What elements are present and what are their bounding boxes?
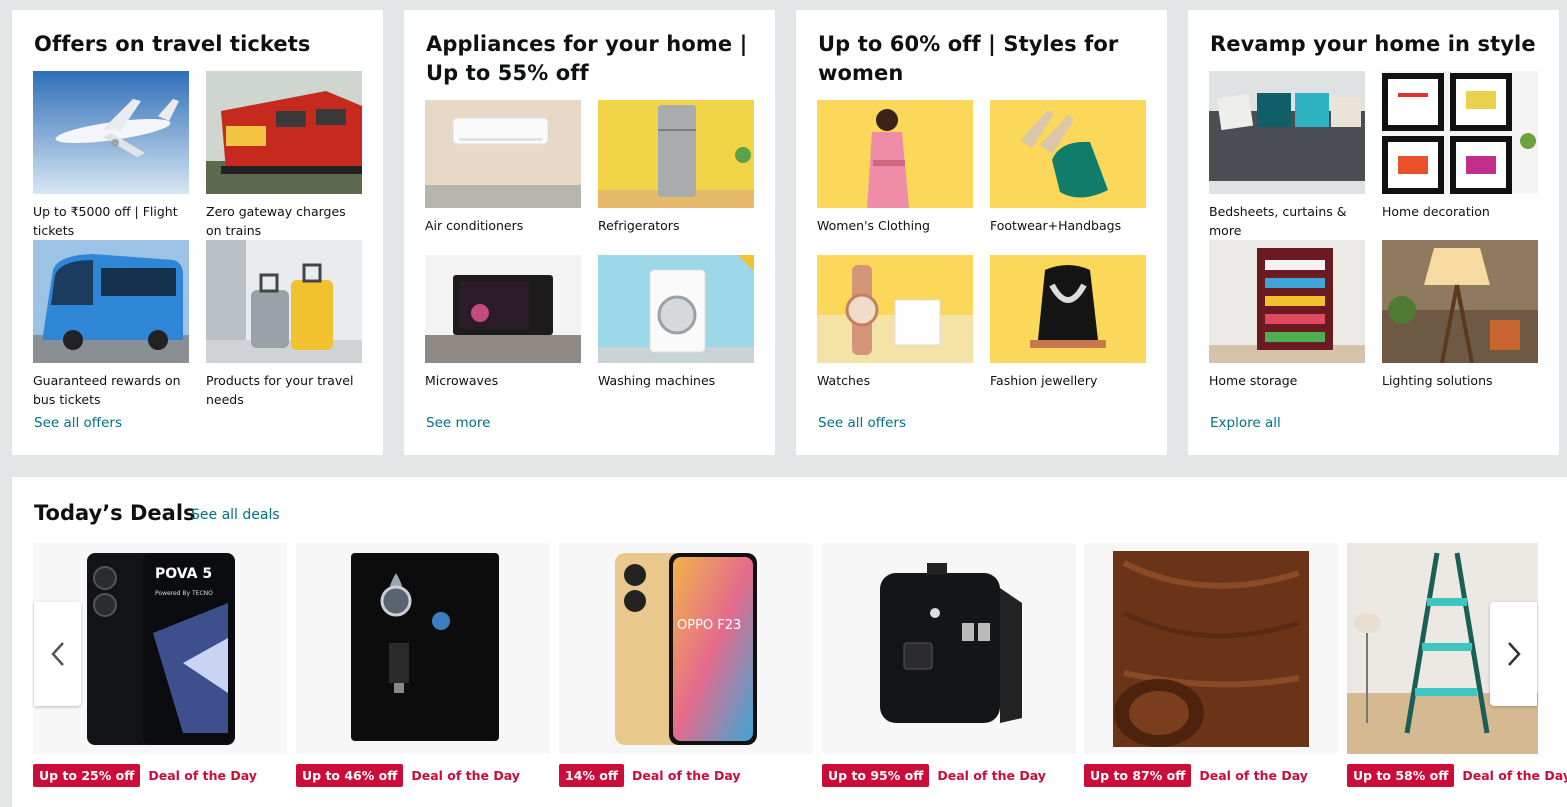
tile-lighting[interactable]: Lighting solutions [1382,240,1538,390]
tile-home-decoration[interactable]: Home decoration [1382,71,1538,221]
carousel-prev-button[interactable] [34,602,81,706]
see-all-offers-link[interactable]: See all offers [34,415,122,431]
see-all-deals-link[interactable]: See all deals [191,507,280,523]
deal-label: Deal of the Day [148,768,257,783]
see-more-link[interactable]: See more [426,415,490,431]
tile-watches[interactable]: Watches [817,255,973,390]
card-title: Up to 60% off | Styles for women [818,32,1119,85]
tile-caption: Home decoration [1382,204,1490,219]
tile-bus[interactable]: Guaranteed rewards on bus tickets [33,240,189,409]
card-title: Appliances for your home | Up to 55% off [426,32,748,85]
deal-card[interactable]: Up to 46% off Deal of the Day [296,543,550,787]
tile-caption: Footwear+Handbags [990,218,1122,233]
washing-machine-image [598,255,754,363]
airplane-image [33,71,189,194]
tile-bedsheets[interactable]: Bedsheets, curtains & more [1209,71,1365,240]
shoe-rack-image [1209,240,1365,363]
tile-caption: Fashion jewellery [990,373,1098,388]
tile-caption: Refrigerators [598,218,680,233]
deal-label: Deal of the Day [411,768,520,783]
floor-lamp-image [1382,240,1538,363]
chevron-right-icon [1507,642,1521,666]
tile-refrigerators[interactable]: Refrigerators [598,100,754,235]
deal-card[interactable]: Up to 87% off Deal of the Day [1084,543,1338,787]
tile-footwear-handbags[interactable]: Footwear+Handbags [990,100,1146,235]
refrigerator-image [598,100,754,208]
deal-card[interactable]: OPPO F23 14% off Deal of the Day [559,543,813,787]
chevron-left-icon [50,642,64,666]
discount-badge: Up to 58% off [1347,764,1455,787]
card-appliances: Appliances for your home | Up to 55% off… [404,10,775,455]
phone-brand-text: OPPO F23 [677,618,741,633]
card-women-styles: Up to 60% off | Styles for women Women's… [796,10,1167,455]
phone-brand-text: POVA 5 [155,566,212,582]
wood-sticker-image [1084,543,1338,754]
discount-badge: Up to 87% off [1084,764,1192,787]
tile-caption: Up to ₹5000 off | Flight tickets [33,204,178,238]
explore-all-link[interactable]: Explore all [1210,415,1281,431]
tile-caption: Women's Clothing [817,218,930,233]
luggage-image [206,240,362,363]
card-travel-offers: Offers on travel tickets Up to ₹5000 off… [12,10,383,455]
travel-adapter-image [822,543,1076,754]
discount-badge: Up to 95% off [822,764,930,787]
tile-caption: Products for your travel needs [206,373,354,407]
section-title: Today’s Deals [34,501,196,525]
watch-image [817,255,973,363]
train-image [206,71,362,194]
bus-image [33,240,189,363]
air-conditioner-image [425,100,581,208]
phone-sub-text: Powered By TECNO [155,590,213,597]
tile-womens-clothing[interactable]: Women's Clothing [817,100,973,235]
discount-badge: Up to 25% off [33,764,141,787]
tile-caption: Watches [817,373,871,388]
tile-caption: Home storage [1209,373,1298,388]
jewellery-image [990,255,1146,363]
sofa-cushions-image [1209,71,1365,194]
tile-caption: Zero gateway charges on trains [206,204,346,238]
tile-travel-products[interactable]: Products for your travel needs [206,240,362,409]
card-title: Revamp your home in style [1210,32,1536,56]
microwave-image [425,255,581,363]
tile-fashion-jewellery[interactable]: Fashion jewellery [990,255,1146,390]
todays-deals-section: Today’s Deals See all deals POVA 5 Power… [12,477,1567,807]
tile-caption: Air conditioners [425,218,524,233]
footwear-handbag-image [990,100,1146,208]
deal-label: Deal of the Day [632,768,741,783]
card-home-style: Revamp your home in style Bedsheets, cur… [1188,10,1559,455]
deal-label: Deal of the Day [1199,768,1308,783]
womens-clothing-image [817,100,973,208]
card-title: Offers on travel tickets [34,32,311,56]
see-all-offers-link[interactable]: See all offers [818,415,906,431]
deal-label: Deal of the Day [1462,768,1567,783]
tile-washing-machines[interactable]: Washing machines [598,255,754,390]
discount-badge: 14% off [559,764,624,787]
discount-badge: Up to 46% off [296,764,404,787]
deal-label: Deal of the Day [937,768,1046,783]
oppo-phone-image: OPPO F23 [559,543,813,754]
tile-caption: Lighting solutions [1382,373,1493,388]
tile-flight[interactable]: Up to ₹5000 off | Flight tickets [33,71,189,240]
wall-frames-image [1382,71,1538,194]
water-purifier-image [296,543,550,754]
tile-train[interactable]: Zero gateway charges on trains [206,71,362,240]
tile-home-storage[interactable]: Home storage [1209,240,1365,390]
tile-caption: Microwaves [425,373,499,388]
tile-air-conditioners[interactable]: Air conditioners [425,100,581,235]
tile-caption: Guaranteed rewards on bus tickets [33,373,181,407]
deal-card[interactable]: Up to 95% off Deal of the Day [822,543,1076,787]
tile-caption: Washing machines [598,373,716,388]
tile-microwaves[interactable]: Microwaves [425,255,581,390]
tile-caption: Bedsheets, curtains & more [1209,204,1347,238]
carousel-next-button[interactable] [1490,602,1537,706]
